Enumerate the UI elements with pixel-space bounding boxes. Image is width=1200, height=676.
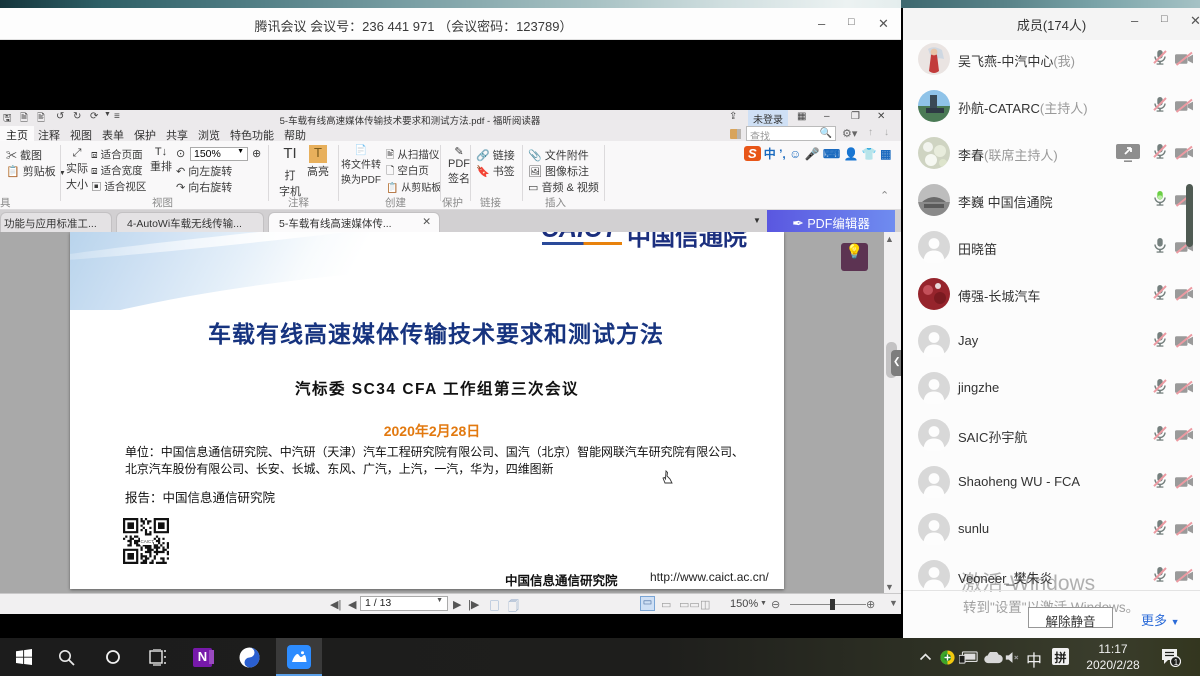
svg-text:CAICT: CAICT bbox=[141, 539, 155, 544]
svg-text:1: 1 bbox=[1174, 658, 1179, 667]
